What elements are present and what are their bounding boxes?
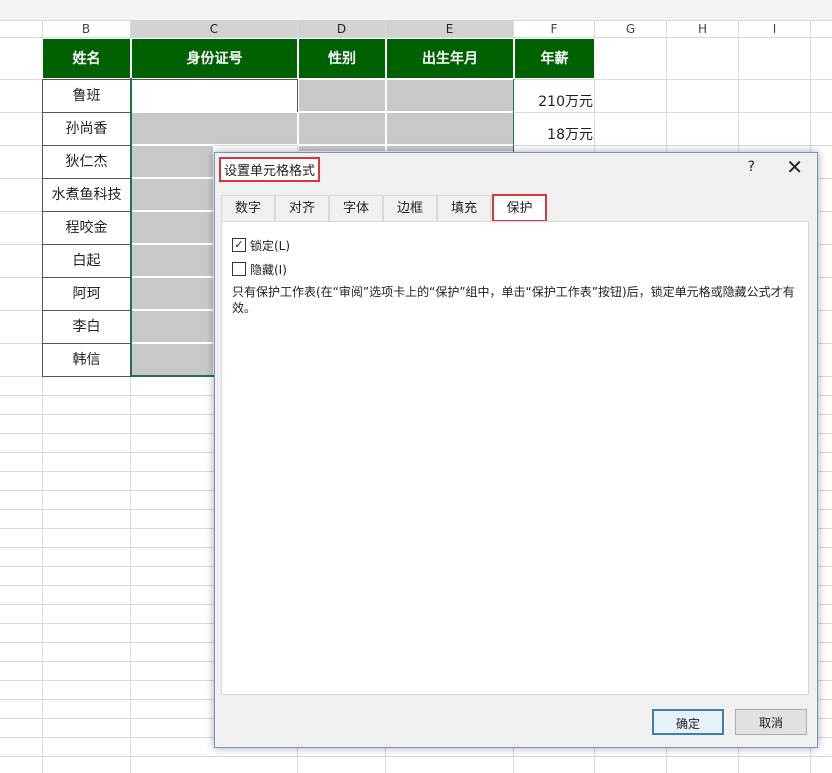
name-cell[interactable]: 白起 [42, 244, 131, 278]
salary-cell[interactable]: 210万元 [514, 79, 595, 112]
tab-font[interactable]: 字体 [329, 195, 383, 221]
salary-cell[interactable]: 18万元 [514, 112, 595, 145]
column-header-e[interactable]: E [386, 20, 514, 38]
header-gender[interactable]: 性别 [298, 38, 386, 79]
tab-fill[interactable]: 填充 [437, 195, 491, 221]
locked-label[interactable]: 锁定(L) [250, 237, 290, 254]
name-cell[interactable]: 狄仁杰 [42, 145, 131, 179]
name-cell[interactable]: 水煮鱼科技 [42, 178, 131, 212]
header-birth[interactable]: 出生年月 [386, 38, 514, 79]
name-cell[interactable]: 阿珂 [42, 277, 131, 311]
tab-protection[interactable]: 保护 [492, 194, 547, 222]
salary-border [513, 79, 514, 152]
column-header-f[interactable]: F [514, 20, 595, 38]
ribbon-strip [0, 0, 832, 21]
column-header-b[interactable]: B [42, 20, 131, 38]
locked-checkbox[interactable]: ✓ [232, 238, 246, 252]
dialog-title: 设置单元格格式 [219, 157, 321, 182]
protection-note: 只有保护工作表(在“审阅”选项卡上的“保护”组中，单击“保护工作表”按钮)后，锁… [232, 285, 795, 315]
hidden-label[interactable]: 隐藏(I) [250, 261, 287, 278]
name-cell[interactable]: 鲁班 [42, 79, 131, 113]
birth-cell[interactable] [386, 79, 514, 112]
protection-panel: ✓ 锁定(L) 隐藏(I) 只有保护工作表(在“审阅”选项卡上的“保护”组中，单… [221, 221, 809, 695]
gender-cell[interactable] [298, 145, 386, 152]
help-icon[interactable]: ? [748, 159, 755, 175]
tab-border[interactable]: 边框 [383, 195, 437, 221]
header-name[interactable]: 姓名 [42, 38, 131, 79]
column-header-h[interactable]: H [667, 20, 739, 38]
name-cell[interactable]: 程咬金 [42, 211, 131, 245]
ok-button[interactable]: 确定 [652, 709, 724, 735]
column-header-d[interactable]: D [298, 20, 386, 38]
column-header-i[interactable]: I [739, 20, 811, 38]
column-header-g[interactable]: G [595, 20, 667, 38]
gender-cell[interactable] [298, 79, 386, 112]
format-cells-dialog: 设置单元格格式 ? ✕ 数字 对齐 字体 边框 填充 保护 ✓ 锁定(L) 隐藏… [214, 152, 818, 748]
birth-cell[interactable] [386, 112, 514, 145]
tab-number[interactable]: 数字 [221, 195, 275, 221]
header-id-number[interactable]: 身份证号 [131, 38, 298, 79]
column-header-c[interactable]: C [131, 20, 298, 38]
name-cell[interactable]: 李白 [42, 310, 131, 344]
header-salary[interactable]: 年薪 [514, 38, 595, 79]
tab-alignment[interactable]: 对齐 [275, 195, 329, 221]
selection-border [130, 78, 214, 377]
birth-cell[interactable] [386, 145, 514, 152]
hidden-checkbox[interactable] [232, 262, 246, 276]
name-cell[interactable]: 孙尚香 [42, 112, 131, 146]
close-icon[interactable]: ✕ [786, 155, 803, 179]
name-cell[interactable]: 韩信 [42, 343, 131, 377]
cancel-button[interactable]: 取消 [735, 709, 807, 735]
gender-cell[interactable] [298, 112, 386, 145]
grid-line [0, 756, 832, 757]
